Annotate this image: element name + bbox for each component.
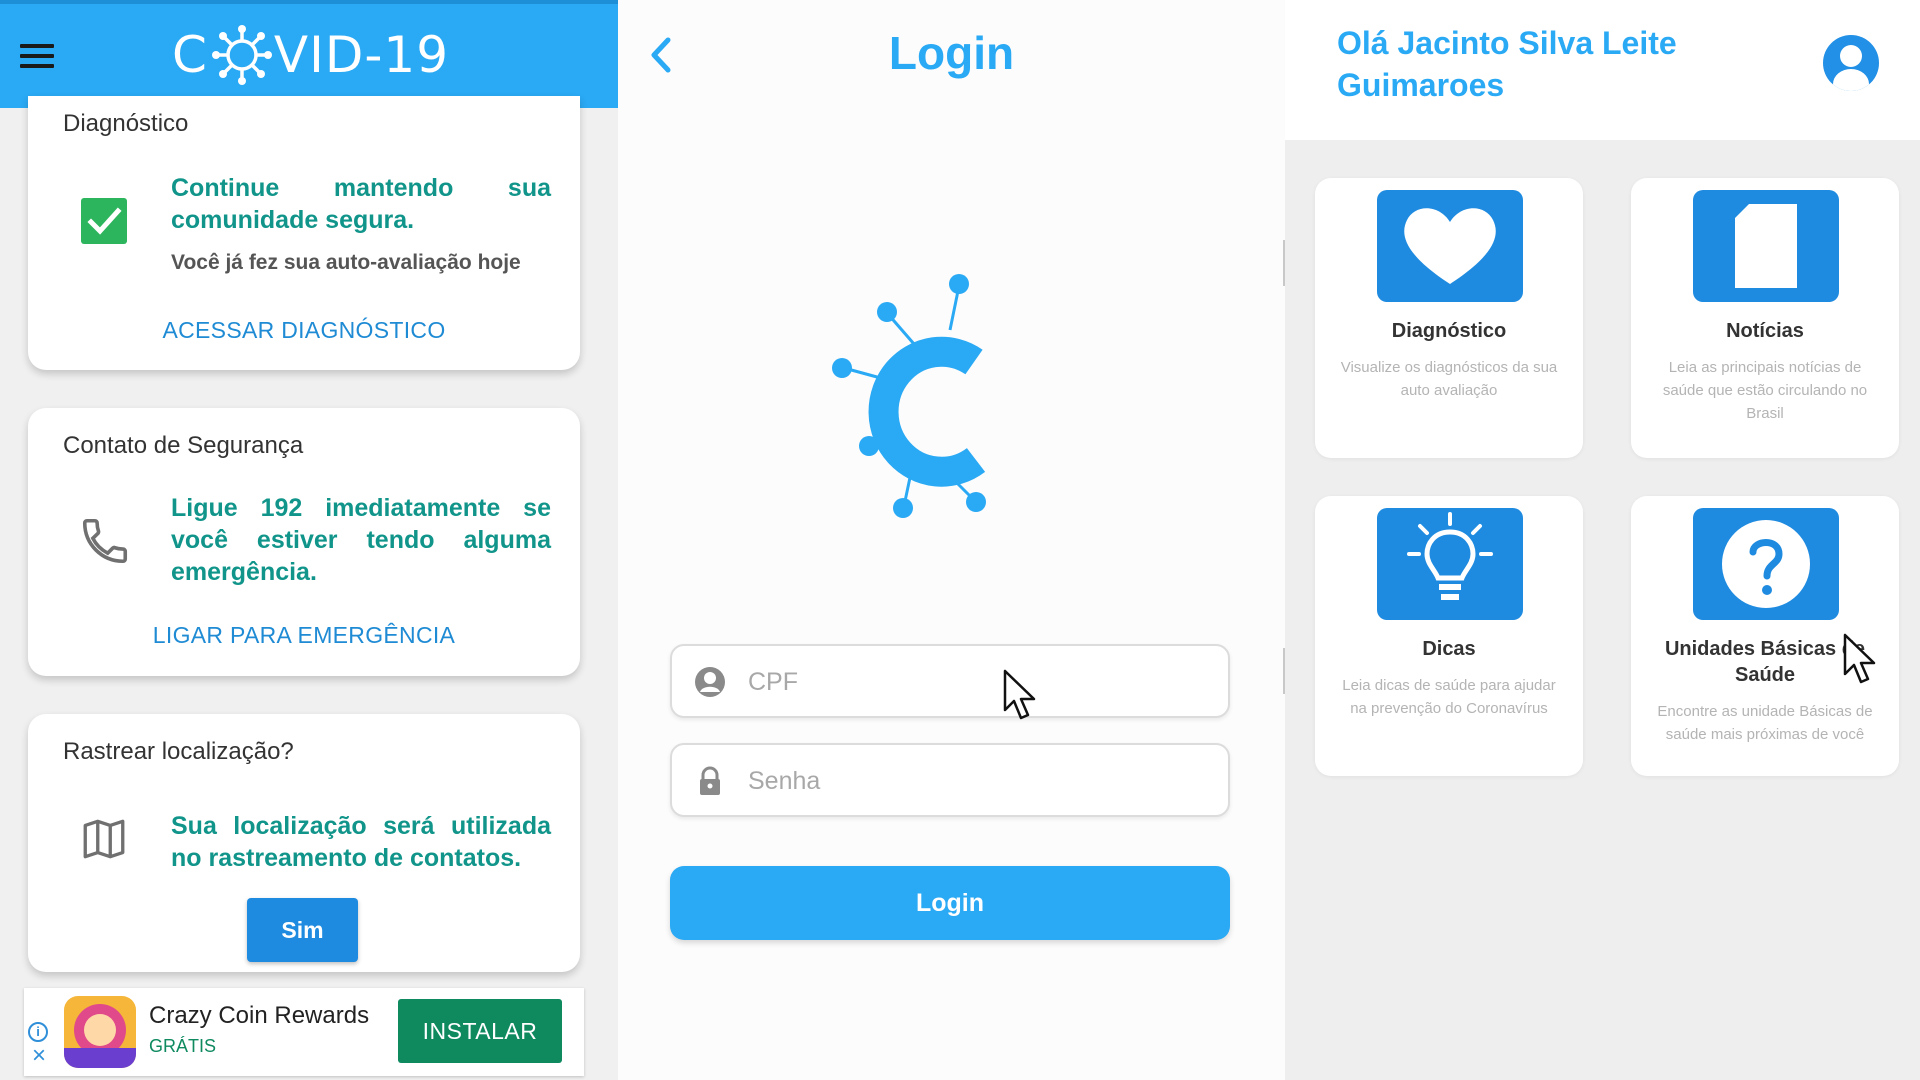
tracking-message: Sua localização será utilizada no rastre… [171,812,551,872]
lock-icon [700,766,720,795]
password-field[interactable] [670,743,1230,817]
ad-banner[interactable]: i × Crazy Coin Rewards GRÁTIS INSTALAR [24,988,584,1076]
install-button[interactable]: INSTALAR [398,999,562,1063]
app-bar: C VID-19 [0,0,618,108]
diagnostic-card-title: Diagnóstico [63,110,189,137]
tile-description: Leia as principais notícias de saúde que… [1662,359,1868,422]
phone-icon [82,518,128,564]
access-diagnostic-link[interactable]: ACESSAR DIAGNÓSTICO [28,317,580,344]
ad-price: GRÁTIS [149,1036,217,1056]
mouse-cursor-icon [1843,633,1876,684]
lightbulb-icon [1377,508,1523,620]
safety-message: Ligue 192 imediatamente se você estiver … [171,494,551,586]
diagnostic-message: Continue mantendo sua comunidade segura. [171,174,551,234]
cpf-field[interactable] [670,644,1230,718]
ad-close-icon[interactable]: × [28,1044,50,1068]
brand-prefix: C [172,26,208,84]
safety-card-title: Contato de Segurança [63,432,304,459]
diagnostic-sub: Você já fez sua auto-avaliação hoje [171,251,521,274]
cpf-input[interactable] [748,660,1208,704]
menu-icon[interactable] [20,44,54,68]
diagnostic-card: Diagnóstico Continue mantendo sua comuni… [28,96,580,370]
avatar[interactable] [1823,35,1879,91]
mouse-cursor-icon [1003,669,1036,720]
tile-title: Diagnóstico [1391,320,1507,342]
tracking-card-title: Rastrear localização? [63,738,294,765]
question-icon [1693,508,1839,620]
user-icon [695,667,725,697]
ad-app-logo[interactable] [64,996,136,1068]
home-screen-panel: C VID-19 Diagnóstico Continue mantendo s… [0,0,618,1080]
virus-icon [211,25,272,85]
login-title: Login [888,27,1015,79]
map-icon [83,819,125,859]
login-screen-panel: Login CPF Login [618,0,1285,1080]
check-icon [81,198,127,244]
dashboard-header: Olá Jacinto Silva Leite Guimaroes [1285,0,1920,140]
password-input[interactable] [748,759,1208,803]
tile-diagnostic[interactable]: Diagnóstico Visualize os diagnósticos da… [1315,178,1583,458]
heart-icon [1377,190,1523,302]
tile-title: Notícias [1726,320,1804,342]
tile-title: Dicas [1422,638,1476,660]
app-logo-large [832,274,986,518]
tile-description: Visualize os diagnósticos da sua auto av… [1340,359,1558,399]
tile-description: Leia dicas de saúde para ajudar na preve… [1342,677,1556,717]
tile-tips[interactable]: Dicas Leia dicas de saúde para ajudar na… [1315,496,1583,776]
dashboard-panel: Olá Jacinto Silva Leite Guimaroes Diagnó… [1285,0,1920,1080]
ad-info-icon[interactable]: i [28,1022,48,1042]
location-tracking-card: Rastrear localização? Sua localização se… [28,714,580,972]
document-icon [1693,190,1839,302]
tile-description: Encontre as unidade Básicas de saúde mai… [1657,703,1873,743]
call-emergency-link[interactable]: LIGAR PARA EMERGÊNCIA [28,622,580,649]
safety-contact-card: Contato de Segurança Ligue 192 imediatam… [28,408,580,676]
app-logo: C VID-19 [172,22,449,88]
brand-suffix: VID-19 [273,26,450,84]
status-strip [0,0,618,4]
ad-title[interactable]: Crazy Coin Rewards [149,1002,369,1030]
login-button[interactable]: Login [670,866,1230,940]
greeting-text: Olá Jacinto Silva Leite Guimaroes [1337,25,1677,103]
tile-news[interactable]: Notícias Leia as principais notícias de … [1631,178,1899,458]
yes-button[interactable]: Sim [247,898,358,962]
